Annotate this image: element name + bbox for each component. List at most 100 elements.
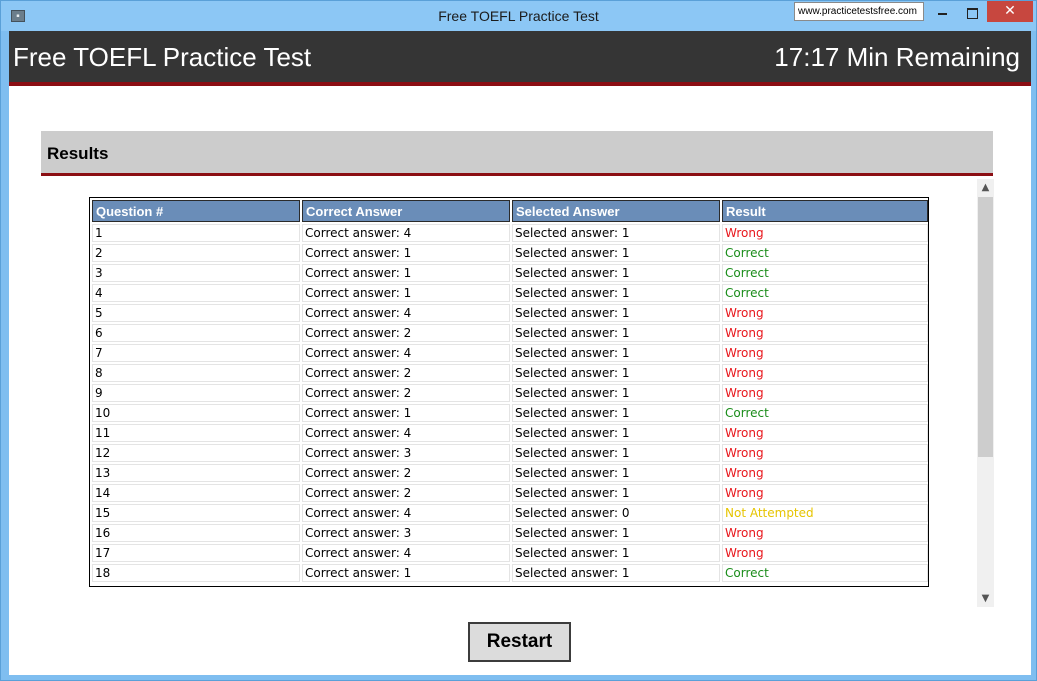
cell-result: Not Attempted bbox=[722, 504, 928, 522]
cell-question-number: 11 bbox=[92, 424, 300, 442]
cell-correct-answer: Correct answer: 2 bbox=[302, 384, 510, 402]
column-header-selected-answer: Selected Answer bbox=[512, 200, 720, 222]
cell-result: Wrong bbox=[722, 344, 928, 362]
cell-question-number: 3 bbox=[92, 264, 300, 282]
cell-question-number: 15 bbox=[92, 504, 300, 522]
cell-selected-answer: Selected answer: 1 bbox=[512, 364, 720, 382]
cell-result: Wrong bbox=[722, 484, 928, 502]
table-row: 16 Correct answer: 3 Selected answer: 1 Wro… bbox=[92, 524, 928, 542]
table-row: 11 Correct answer: 4 Selected answer: 1 Wro… bbox=[92, 424, 928, 442]
cell-question-number: 18 bbox=[92, 564, 300, 582]
table-row: 18 Correct answer: 1 Selected answer: 1 Cor… bbox=[92, 564, 928, 582]
cell-selected-answer: Selected answer: 1 bbox=[512, 224, 720, 242]
cell-question-number: 10 bbox=[92, 404, 300, 422]
cell-selected-answer: Selected answer: 1 bbox=[512, 324, 720, 342]
cell-result: Correct bbox=[722, 244, 928, 262]
cell-selected-answer: Selected answer: 1 bbox=[512, 244, 720, 262]
cell-question-number: 4 bbox=[92, 284, 300, 302]
cell-result: Wrong bbox=[722, 304, 928, 322]
cell-result: Wrong bbox=[722, 324, 928, 342]
cell-selected-answer: Selected answer: 1 bbox=[512, 484, 720, 502]
cell-result: Wrong bbox=[722, 384, 928, 402]
cell-result: Wrong bbox=[722, 464, 928, 482]
cell-question-number: 2 bbox=[92, 244, 300, 262]
cell-selected-answer: Selected answer: 1 bbox=[512, 444, 720, 462]
cell-selected-answer: Selected answer: 1 bbox=[512, 304, 720, 322]
table-row: 12 Correct answer: 3 Selected answer: 1 Wro… bbox=[92, 444, 928, 462]
table-row: 9 Correct answer: 2 Selected answer: 1 Wron… bbox=[92, 384, 928, 402]
table-row: 17 Correct answer: 4 Selected answer: 1 Wro… bbox=[92, 544, 928, 562]
minimize-button[interactable] bbox=[929, 1, 955, 22]
cell-selected-answer: Selected answer: 1 bbox=[512, 544, 720, 562]
cell-correct-answer: Correct answer: 2 bbox=[302, 324, 510, 342]
results-table: Question # Correct Answer Selected Answe… bbox=[90, 198, 930, 584]
column-header-result: Result bbox=[722, 200, 928, 222]
cell-question-number: 13 bbox=[92, 464, 300, 482]
cell-question-number: 8 bbox=[92, 364, 300, 382]
cell-result: Wrong bbox=[722, 524, 928, 542]
cell-result: Wrong bbox=[722, 444, 928, 462]
cell-question-number: 14 bbox=[92, 484, 300, 502]
cell-correct-answer: Correct answer: 3 bbox=[302, 524, 510, 542]
results-heading: Results bbox=[47, 144, 109, 163]
cell-result: Wrong bbox=[722, 364, 928, 382]
cell-selected-answer: Selected answer: 0 bbox=[512, 504, 720, 522]
scroll-down-arrow-icon[interactable]: ▼ bbox=[977, 590, 994, 607]
cell-correct-answer: Correct answer: 2 bbox=[302, 364, 510, 382]
cell-question-number: 17 bbox=[92, 544, 300, 562]
cell-correct-answer: Correct answer: 1 bbox=[302, 264, 510, 282]
table-row: 14 Correct answer: 2 Selected answer: 1 Wro… bbox=[92, 484, 928, 502]
restart-button[interactable]: Restart bbox=[468, 622, 571, 662]
cell-result: Correct bbox=[722, 404, 928, 422]
cell-correct-answer: Correct answer: 3 bbox=[302, 444, 510, 462]
column-header-correct-answer: Correct Answer bbox=[302, 200, 510, 222]
cell-question-number: 1 bbox=[92, 224, 300, 242]
cell-selected-answer: Selected answer: 1 bbox=[512, 284, 720, 302]
table-row: 4 Correct answer: 1 Selected answer: 1 Corr… bbox=[92, 284, 928, 302]
cell-selected-answer: Selected answer: 1 bbox=[512, 524, 720, 542]
cell-selected-answer: Selected answer: 1 bbox=[512, 384, 720, 402]
page-title: Free TOEFL Practice Test bbox=[13, 42, 312, 72]
maximize-button[interactable] bbox=[957, 1, 985, 22]
cell-question-number: 9 bbox=[92, 384, 300, 402]
cell-result: Correct bbox=[722, 564, 928, 582]
cell-correct-answer: Correct answer: 4 bbox=[302, 424, 510, 442]
app-window: ▪ Free TOEFL Practice Test www.practicet… bbox=[0, 0, 1037, 681]
cell-correct-answer: Correct answer: 2 bbox=[302, 484, 510, 502]
table-row: 15 Correct answer: 4 Selected answer: 0 Not… bbox=[92, 504, 928, 522]
app-header: Free TOEFL Practice Test 17:17 Min Remai… bbox=[9, 31, 1031, 86]
cell-correct-answer: Correct answer: 1 bbox=[302, 244, 510, 262]
cell-correct-answer: Correct answer: 4 bbox=[302, 544, 510, 562]
table-row: 8 Correct answer: 2 Selected answer: 1 Wron… bbox=[92, 364, 928, 382]
cell-selected-answer: Selected answer: 1 bbox=[512, 404, 720, 422]
cell-correct-answer: Correct answer: 1 bbox=[302, 284, 510, 302]
cell-question-number: 16 bbox=[92, 524, 300, 542]
cell-correct-answer: Correct answer: 2 bbox=[302, 464, 510, 482]
cell-question-number: 5 bbox=[92, 304, 300, 322]
table-row: 3 Correct answer: 1 Selected answer: 1 Corr… bbox=[92, 264, 928, 282]
cell-selected-answer: Selected answer: 1 bbox=[512, 264, 720, 282]
table-row: 13 Correct answer: 2 Selected answer: 1 Wro… bbox=[92, 464, 928, 482]
cell-selected-answer: Selected answer: 1 bbox=[512, 424, 720, 442]
cell-selected-answer: Selected answer: 1 bbox=[512, 564, 720, 582]
table-row: 7 Correct answer: 4 Selected answer: 1 Wron… bbox=[92, 344, 928, 362]
url-badge[interactable]: www.practicetestsfree.com bbox=[794, 2, 924, 21]
cell-result: Wrong bbox=[722, 544, 928, 562]
time-remaining: 17:17 Min Remaining bbox=[774, 42, 1020, 72]
client-area: Free TOEFL Practice Test 17:17 Min Remai… bbox=[9, 31, 1031, 675]
cell-result: Wrong bbox=[722, 224, 928, 242]
table-row: 10 Correct answer: 1 Selected answer: 1 Cor… bbox=[92, 404, 928, 422]
close-button[interactable]: ✕ bbox=[987, 1, 1033, 22]
scroll-up-arrow-icon[interactable]: ▲ bbox=[977, 179, 994, 196]
scroll-thumb[interactable] bbox=[978, 197, 993, 457]
close-icon: ✕ bbox=[1004, 3, 1016, 19]
cell-correct-answer: Correct answer: 4 bbox=[302, 344, 510, 362]
cell-selected-answer: Selected answer: 1 bbox=[512, 464, 720, 482]
cell-question-number: 6 bbox=[92, 324, 300, 342]
title-bar[interactable]: ▪ Free TOEFL Practice Test www.practicet… bbox=[1, 1, 1036, 31]
cell-correct-answer: Correct answer: 4 bbox=[302, 504, 510, 522]
cell-question-number: 12 bbox=[92, 444, 300, 462]
cell-result: Correct bbox=[722, 264, 928, 282]
cell-correct-answer: Correct answer: 4 bbox=[302, 224, 510, 242]
vertical-scrollbar[interactable]: ▲ ▼ bbox=[977, 179, 994, 607]
